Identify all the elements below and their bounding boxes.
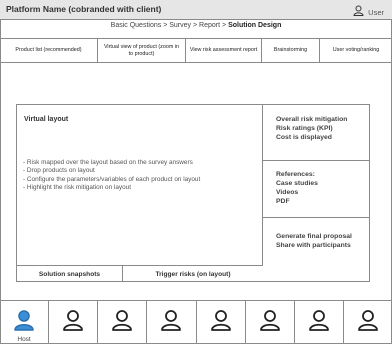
participant-slot[interactable] — [197, 301, 246, 344]
participant-slot[interactable] — [147, 301, 197, 344]
tab-user-voting[interactable]: User voting/ranking — [320, 39, 392, 62]
participant-slot[interactable] — [98, 301, 148, 344]
reference-pdf[interactable]: PDF — [276, 198, 370, 207]
risk-ratings-text: Risk ratings (KPI) — [276, 124, 333, 132]
tab-risk-report[interactable]: View risk assessment report — [186, 39, 262, 62]
list-item: - Configure the parameters/variables of … — [23, 175, 201, 183]
solution-snapshots-button[interactable]: Solution snapshots — [17, 266, 123, 282]
breadcrumb-current: Solution Design — [228, 22, 282, 29]
cost-text: Cost is displayed — [276, 133, 332, 141]
solution-design-panel: Virtual layout - Risk mapped over the la… — [16, 104, 370, 282]
breadcrumb-separator: > — [222, 22, 227, 29]
participant-slot[interactable] — [295, 301, 344, 344]
participant-avatar-icon — [62, 309, 84, 336]
risk-summary: Overall risk mitigation Risk ratings (KP… — [263, 105, 370, 161]
participant-slot[interactable] — [246, 301, 295, 344]
participant-avatar-icon — [111, 309, 133, 336]
user-label: User — [368, 7, 384, 17]
participant-avatar-icon — [259, 309, 281, 336]
references-heading: References: — [276, 171, 315, 178]
tab-product-list[interactable]: Product list (recommended) — [0, 39, 98, 62]
trigger-risks-button[interactable]: Trigger risks (on layout) — [123, 266, 263, 282]
risk-mitigation-text: Overall risk mitigation — [276, 116, 348, 123]
breadcrumb-separator: > — [193, 22, 198, 29]
host-label: Host — [17, 336, 31, 343]
virtual-layout-title: Virtual layout — [24, 116, 69, 123]
share-participants-label: Share with participants — [276, 241, 351, 249]
tab-virtual-view[interactable]: Virtual view of product (zoom in to prod… — [98, 39, 186, 62]
breadcrumb: Basic Questions > Survey > Report > Solu… — [0, 22, 392, 29]
tab-brainstorming[interactable]: Brainstorming — [262, 39, 320, 62]
generate-proposal-button[interactable]: Generate final proposal Share with parti… — [263, 218, 370, 266]
user-icon — [353, 3, 364, 21]
participant-avatar-icon — [210, 309, 232, 336]
participant-avatar-icon — [357, 309, 379, 336]
participant-slot[interactable] — [49, 301, 99, 344]
participant-slot[interactable] — [344, 301, 392, 344]
list-item: - Risk mapped over the layout based on t… — [23, 159, 193, 166]
participant-avatar-icon — [160, 309, 182, 336]
participant-host[interactable]: Host — [0, 301, 50, 344]
tab-bar: Product list (recommended) Virtual view … — [0, 38, 392, 63]
breadcrumb-separator: > — [163, 22, 168, 29]
user-menu[interactable]: User — [353, 3, 384, 21]
top-bar: Platform Name (cobranded with client) Us… — [0, 0, 392, 20]
references-panel: References: Case studies Videos PDF — [263, 161, 370, 218]
participant-avatar-icon — [308, 309, 330, 336]
participant-strip: Host — [0, 300, 392, 344]
breadcrumb-item[interactable]: Report — [199, 22, 220, 29]
breadcrumb-item[interactable]: Survey — [169, 22, 191, 29]
breadcrumb-item[interactable]: Basic Questions — [111, 22, 162, 29]
host-avatar-icon — [13, 309, 35, 336]
virtual-layout-area[interactable]: Virtual layout - Risk mapped over the la… — [17, 105, 263, 266]
virtual-layout-notes: - Risk mapped over the layout based on t… — [23, 159, 200, 193]
layout-actions: Solution snapshots Trigger risks (on lay… — [17, 265, 263, 282]
generate-proposal-label: Generate final proposal — [276, 233, 352, 240]
list-item: - Highlight the risk mitigation on layou… — [23, 184, 131, 192]
platform-title: Platform Name (cobranded with client) — [6, 4, 162, 14]
reference-videos[interactable]: Videos — [276, 189, 370, 198]
list-item: - Drop products on layout — [23, 167, 95, 175]
reference-case-studies[interactable]: Case studies — [276, 180, 370, 189]
